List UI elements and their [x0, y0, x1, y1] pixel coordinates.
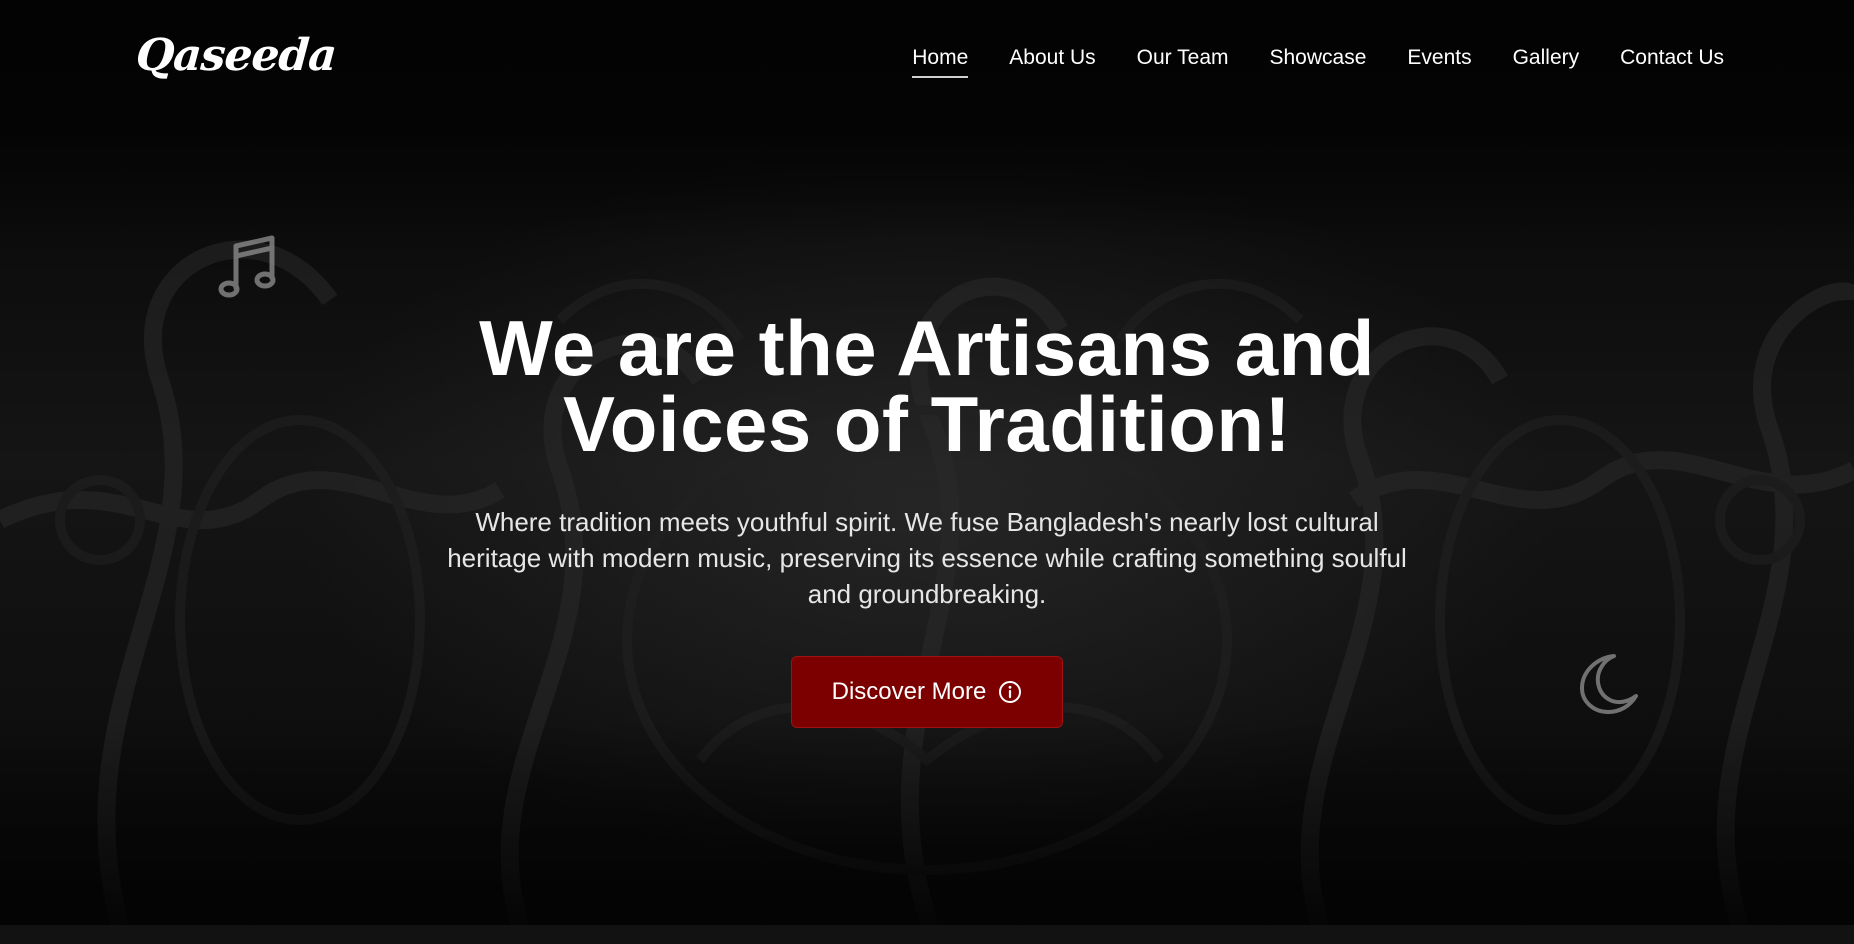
section-divider: [0, 925, 1854, 944]
hero-subtitle: Where tradition meets youthful spirit. W…: [447, 507, 1407, 609]
hero-fade-bottom: [0, 720, 1854, 925]
main-nav: Home About Us Our Team Showcase Events G…: [912, 46, 1724, 78]
page: Qaseeda Home About Us Our Team Showcase …: [0, 0, 1854, 944]
site-logo[interactable]: Qaseeda: [134, 30, 337, 81]
discover-more-label: Discover More: [831, 678, 987, 705]
nav-item-home[interactable]: Home: [912, 46, 969, 78]
hero-section: We are the Artisans and Voices of Tradit…: [0, 309, 1854, 728]
nav-item-showcase[interactable]: Showcase: [1270, 46, 1367, 78]
site-header: Qaseeda Home About Us Our Team Showcase …: [0, 0, 1854, 120]
nav-item-contact-us[interactable]: Contact Us: [1620, 46, 1724, 78]
hero-title: We are the Artisans and Voices of Tradit…: [377, 309, 1477, 463]
hero-title-line-2: Voices of Tradition!: [563, 380, 1291, 468]
nav-item-about-us[interactable]: About Us: [1009, 46, 1095, 78]
nav-item-our-team[interactable]: Our Team: [1137, 46, 1229, 78]
music-note-icon: [218, 235, 276, 298]
nav-item-gallery[interactable]: Gallery: [1513, 46, 1580, 78]
info-circle-icon: [999, 681, 1022, 703]
nav-item-events[interactable]: Events: [1407, 46, 1471, 78]
hero-title-line-1: We are the Artisans and: [479, 304, 1375, 392]
discover-more-button[interactable]: Discover More: [790, 656, 1064, 728]
